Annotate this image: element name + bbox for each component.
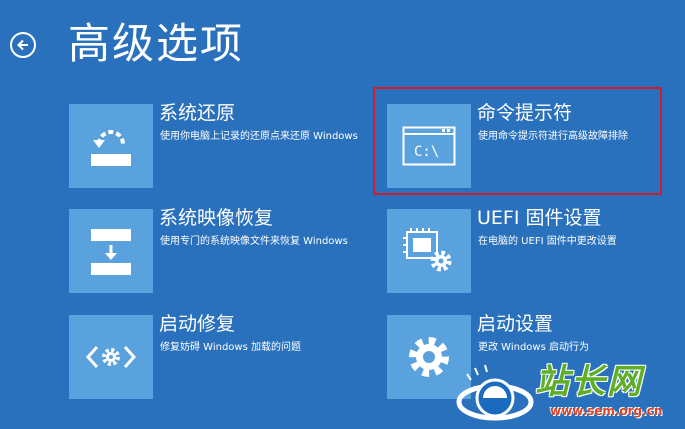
option-description: 修复妨碍 Windows 加载的问题 — [160, 342, 301, 353]
startup-settings-icon — [409, 337, 449, 377]
back-button[interactable] — [10, 32, 36, 58]
page-title: 高级选项 — [68, 19, 245, 68]
uefi-firmware-icon — [403, 228, 452, 272]
highlight-box — [373, 87, 662, 195]
option-description: 使用专门的系统映像文件来恢复 Windows — [160, 236, 348, 247]
startup-repair-icon — [85, 345, 137, 369]
option-description: 在电脑的 UEFI 固件中更改设置 — [478, 236, 617, 247]
system-restore-icon — [91, 130, 131, 166]
watermark-logo-icon — [456, 364, 534, 421]
back-arrow-icon — [17, 39, 28, 51]
watermark-text: 站长网 — [535, 362, 643, 402]
watermark: 站长网 www.sem.org.cn — [455, 360, 685, 429]
option-title: 系统还原 — [159, 102, 236, 124]
watermark-url: www.sem.org.cn — [550, 404, 663, 418]
option-title: 启动设置 — [477, 313, 554, 335]
option-system-restore[interactable]: 系统还原 使用你电脑上记录的还原点来还原 Windows — [69, 102, 359, 194]
option-system-image-recovery[interactable]: 系统映像恢复 使用专门的系统映像文件来恢复 Windows — [69, 207, 359, 299]
option-title: 系统映像恢复 — [159, 207, 274, 229]
option-uefi-firmware[interactable]: UEFI 固件设置 在电脑的 UEFI 固件中更改设置 — [387, 207, 677, 299]
system-image-recovery-icon — [91, 229, 131, 275]
option-description: 使用你电脑上记录的还原点来还原 Windows — [160, 131, 358, 142]
option-title: UEFI 固件设置 — [477, 207, 602, 229]
option-startup-repair[interactable]: 启动修复 修复妨碍 Windows 加载的问题 — [69, 313, 359, 405]
option-title: 启动修复 — [159, 313, 236, 335]
option-description: 更改 Windows 启动行为 — [478, 342, 589, 353]
